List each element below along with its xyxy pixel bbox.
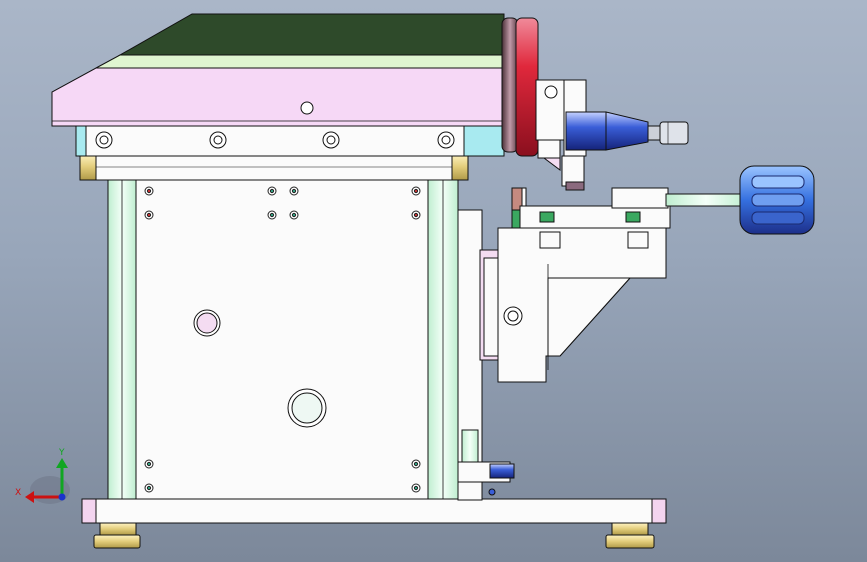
column-cap-left-end: [79, 153, 97, 181]
bracket-gusset: [547, 277, 632, 357]
foot-right-pad[interactable]: [605, 534, 655, 549]
carriage-left-edge: [75, 123, 87, 157]
base-plate-right-cap: [651, 498, 667, 524]
base-assembly[interactable]: [81, 498, 667, 549]
base-plate-left-cap: [81, 498, 97, 524]
slide-carriage[interactable]: [75, 123, 505, 157]
carriage-right-edge: [463, 123, 505, 157]
foot-left-pad[interactable]: [93, 534, 141, 549]
feed-handwheel[interactable]: [501, 17, 587, 191]
body-bore-lower[interactable]: [287, 388, 327, 428]
foot-right-stem[interactable]: [611, 522, 649, 536]
spindle-cap: [659, 121, 689, 145]
cad-viewport[interactable]: Y X: [0, 0, 867, 562]
dial-hub-hole: [544, 85, 558, 99]
foot-left-stem[interactable]: [99, 522, 137, 536]
clamp-lever[interactable]: [665, 165, 815, 235]
spindle-knob[interactable]: [565, 111, 689, 151]
base-plate[interactable]: [81, 498, 667, 524]
body-bore-upper[interactable]: [193, 309, 221, 337]
side-bracket[interactable]: [457, 187, 671, 501]
top-table[interactable]: [118, 13, 505, 56]
spindle-shaft: [647, 125, 661, 141]
lever-rod[interactable]: [665, 193, 747, 207]
triad-x-label: X: [15, 488, 21, 498]
table-rail-strip[interactable]: [95, 54, 505, 69]
slide-plate-hole[interactable]: [300, 101, 314, 115]
axis-triad[interactable]: Y X: [15, 448, 70, 504]
clamp-screw-left: [539, 211, 555, 223]
body-panel[interactable]: [107, 179, 459, 500]
dial-body[interactable]: [515, 17, 539, 157]
slide-plate[interactable]: [51, 67, 505, 127]
cad-model-canvas[interactable]: Y X: [0, 0, 867, 562]
triad-z-axis: [58, 493, 66, 501]
column-cap-right-end: [451, 153, 469, 181]
clamp-screw-right: [625, 211, 641, 223]
main-body[interactable]: [79, 153, 469, 500]
triad-y-label: Y: [58, 448, 65, 458]
